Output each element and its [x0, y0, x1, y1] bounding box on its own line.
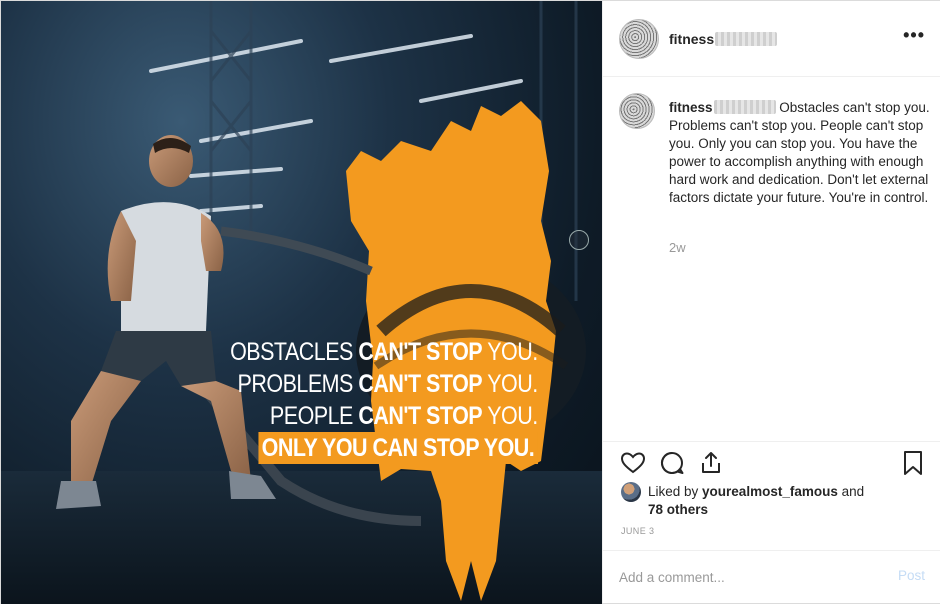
post-comment-button[interactable]: Post: [898, 568, 925, 583]
motivational-quote: OBSTACLES CAN'T STOP YOU. PROBLEMS CAN'T…: [230, 336, 539, 464]
comment-input[interactable]: [619, 565, 869, 589]
quote-line: PROBLEMS CAN'T STOP YOU.: [237, 370, 539, 398]
quote-highlight-line: ONLY YOU CAN STOP YOU.: [230, 432, 538, 464]
comment-icon[interactable]: [658, 449, 686, 477]
likes-count-link[interactable]: 78 others: [648, 502, 708, 517]
caption-username[interactable]: fitness: [669, 100, 776, 115]
comment-section: Post: [603, 550, 940, 603]
caption-text: fitness Obstacles can't stop you. Proble…: [669, 99, 931, 207]
liker-avatar[interactable]: [621, 482, 641, 502]
bookmark-icon[interactable]: [899, 449, 927, 477]
caption-body: Obstacles can't stop you. Problems can't…: [669, 100, 930, 205]
caption-timestamp[interactable]: 2w: [669, 240, 686, 255]
more-horizontal-icon[interactable]: •••: [903, 25, 925, 46]
likes-text: Liked by yourealmost_famous and 78 other…: [648, 484, 865, 517]
liker-username[interactable]: yourealmost_famous: [702, 484, 838, 499]
post-card: OBSTACLES CAN'T STOP YOU. PROBLEMS CAN'T…: [0, 0, 940, 604]
gym-scene-illustration: [1, 1, 602, 604]
avatar[interactable]: [619, 19, 659, 59]
actions-section: Liked by yourealmost_famous and 78 other…: [603, 441, 940, 549]
post-date[interactable]: JUNE 3: [621, 526, 654, 536]
post-header: fitness •••: [603, 1, 940, 77]
quote-line: OBSTACLES CAN'T STOP YOU.: [230, 338, 538, 366]
heart-icon[interactable]: [619, 449, 647, 477]
caption-section: fitness Obstacles can't stop you. Proble…: [603, 78, 940, 440]
carousel-dot-icon[interactable]: [569, 230, 589, 250]
post-sidebar: fitness ••• fitness Obstacles can't stop…: [602, 1, 940, 603]
header-username[interactable]: fitness: [669, 31, 778, 47]
avatar[interactable]: [619, 93, 655, 129]
quote-line: PEOPLE CAN'T STOP YOU.: [270, 402, 538, 430]
share-icon[interactable]: [697, 449, 725, 477]
redacted-username-blur: [713, 100, 776, 114]
post-image[interactable]: OBSTACLES CAN'T STOP YOU. PROBLEMS CAN'T…: [1, 1, 602, 604]
redacted-username-blur: [715, 32, 778, 46]
